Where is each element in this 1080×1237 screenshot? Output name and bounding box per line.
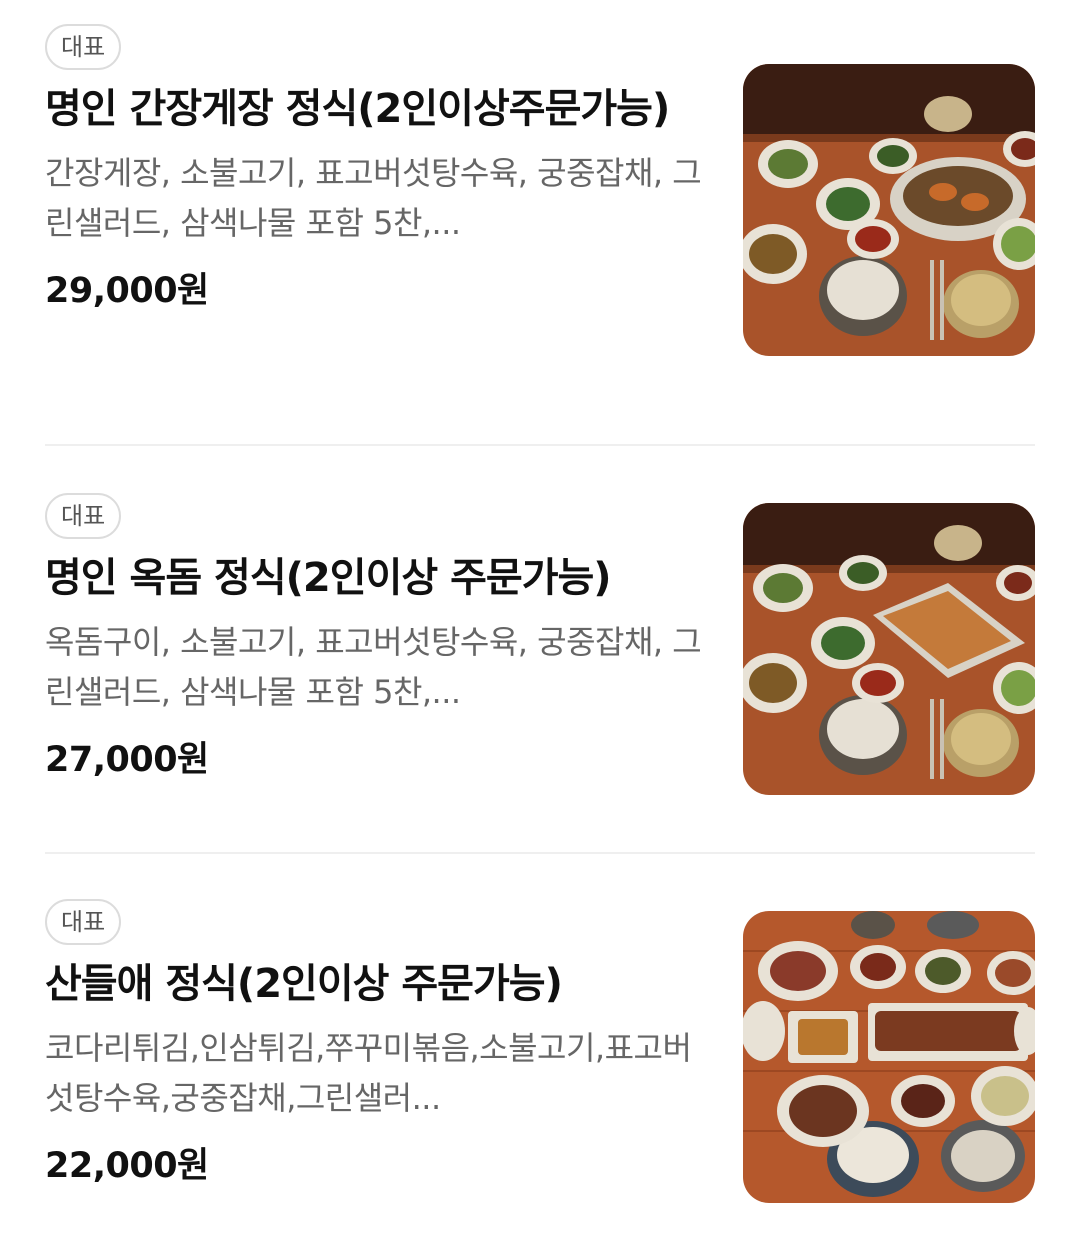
- food-photo-icon[interactable]: [743, 64, 1035, 356]
- signature-badge: 대표: [45, 493, 122, 539]
- signature-badge: 대표: [45, 899, 122, 945]
- menu-item-price: 29,000원: [45, 271, 209, 311]
- menu-item-description: 옥돔구이, 소불고기, 표고버섯탕수육, 궁중잡채, 그린샐러드, 삼색나물 포…: [45, 623, 702, 711]
- menu-item-text: 대표 명인 옥돔 정식(2인이상 주문가능) 옥돔구이, 소불고기, 표고버섯탕…: [45, 493, 705, 782]
- menu-item-description: 코다리튀김,인삼튀김,쭈꾸미볶음,소불고기,표고버섯탕수육,궁중잡채,그린샐러.…: [45, 1029, 692, 1117]
- menu-item-price: 27,000원: [45, 740, 209, 780]
- menu-item-text: 대표 명인 간장게장 정식(2인이상주문가능) 간장게장, 소불고기, 표고버섯…: [45, 24, 705, 313]
- menu-list: 대표 명인 간장게장 정식(2인이상주문가능) 간장게장, 소불고기, 표고버섯…: [0, 0, 1080, 1237]
- menu-item-description: 간장게장, 소불고기, 표고버섯탕수육, 궁중잡채, 그린샐러드, 삼색나물 포…: [45, 154, 702, 242]
- menu-item-title: 명인 간장게장 정식(2인이상주문가능): [45, 86, 670, 132]
- divider: [45, 852, 1035, 854]
- food-photo-icon[interactable]: [743, 503, 1035, 795]
- food-photo-icon[interactable]: [743, 911, 1035, 1203]
- divider: [45, 444, 1035, 446]
- signature-badge: 대표: [45, 24, 122, 70]
- menu-item-price: 22,000원: [45, 1146, 209, 1186]
- menu-item-text: 대표 산들애 정식(2인이상 주문가능) 코다리튀김,인삼튀김,쭈꾸미볶음,소불…: [45, 899, 705, 1188]
- menu-item-title: 산들애 정식(2인이상 주문가능): [45, 961, 563, 1007]
- menu-item-title: 명인 옥돔 정식(2인이상 주문가능): [45, 555, 612, 601]
